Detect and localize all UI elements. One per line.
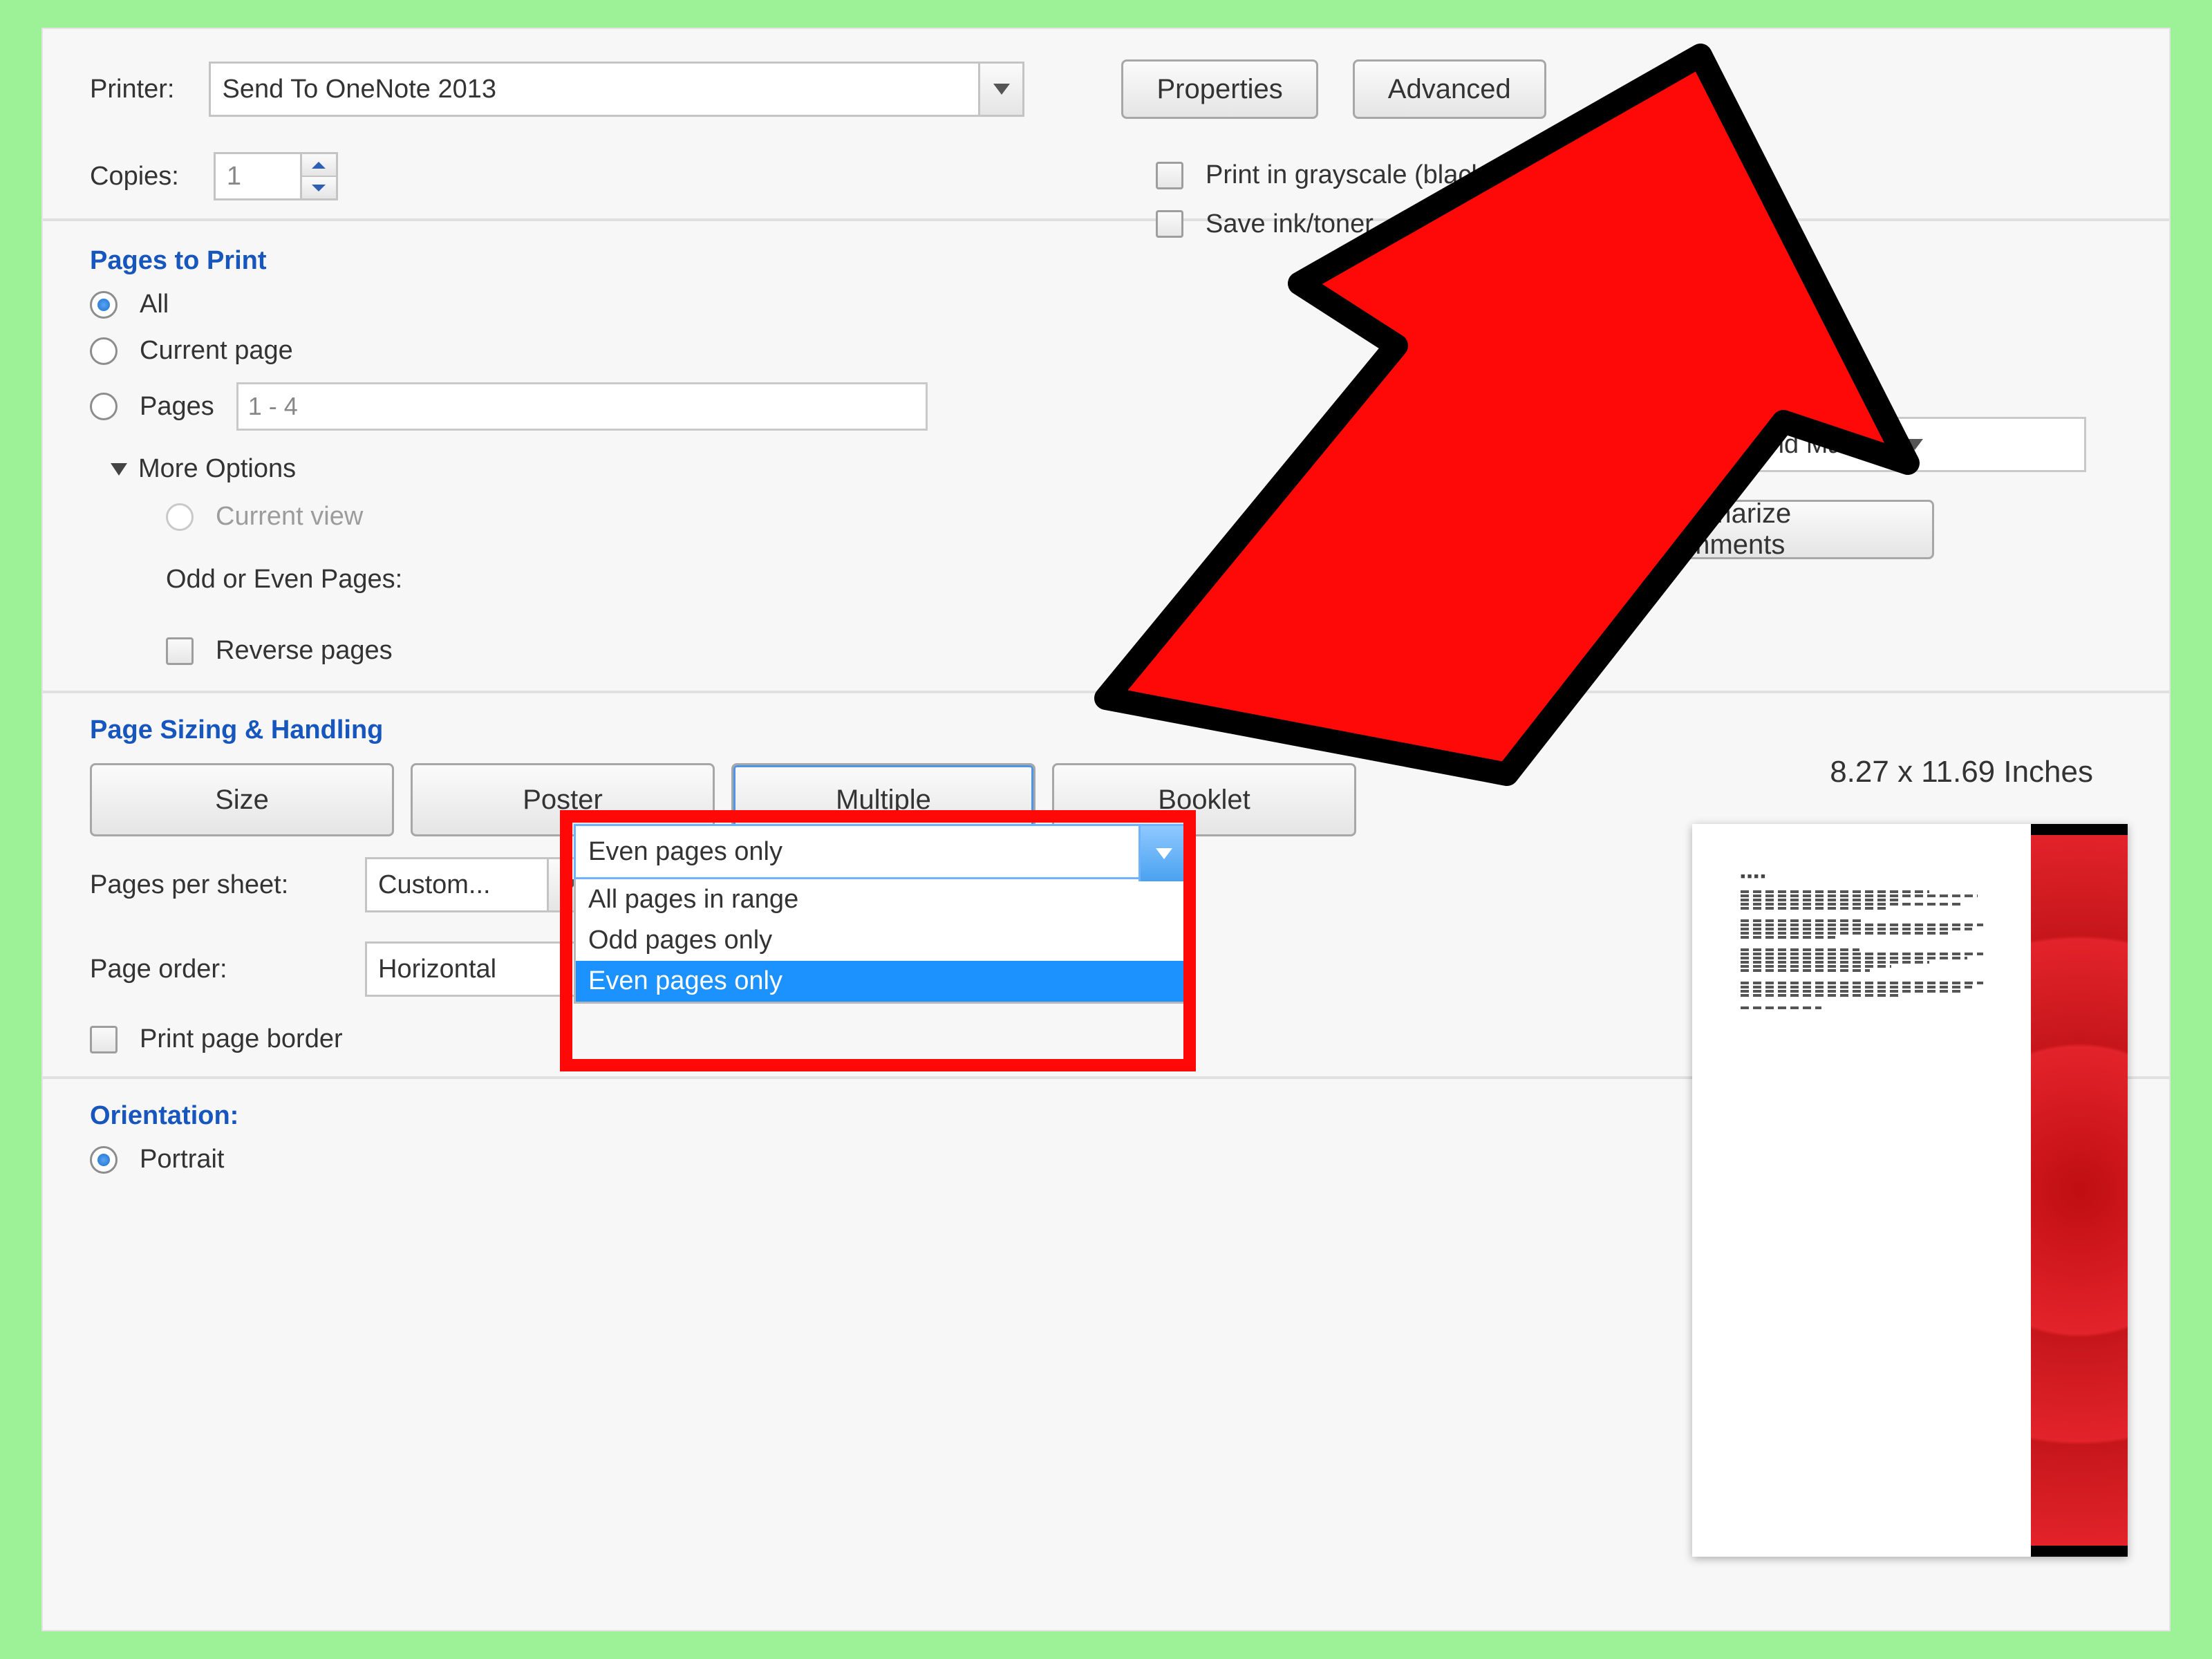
printer-label: Printer: [90, 75, 174, 104]
copies-input[interactable]: 1 [214, 152, 338, 200]
odd-even-label: Odd or Even Pages: [166, 565, 402, 594]
copies-down-icon[interactable] [302, 177, 336, 198]
comments-dropdown[interactable]: Document and Markups [1616, 417, 2086, 472]
copies-up-icon[interactable] [302, 154, 336, 177]
odd-even-dropdown[interactable]: Even pages only [574, 824, 1189, 879]
preview-content: ■ ■ ■ ■ [1741, 872, 2010, 1011]
copies-label: Copies: [90, 162, 179, 191]
reverse-pages-label: Reverse pages [216, 636, 393, 666]
page-order-label: Page order: [90, 955, 339, 984]
more-options-label[interactable]: More Options [138, 454, 296, 484]
printer-value: Send To OneNote 2013 [222, 75, 496, 104]
current-view-radio [166, 503, 194, 531]
pages-range-input[interactable]: 1 - 4 [236, 382, 928, 431]
portrait-radio[interactable] [90, 1146, 118, 1174]
dd-item-all-pages[interactable]: All pages in range [576, 879, 1187, 920]
all-radio[interactable] [90, 291, 118, 319]
printer-dropdown[interactable]: Send To OneNote 2013 [209, 62, 1024, 117]
reverse-pages-checkbox[interactable] [166, 637, 194, 665]
sizing-header: Page Sizing & Handling [90, 715, 2122, 745]
preview-artwork [2031, 824, 2128, 1557]
chevron-down-icon[interactable] [1138, 826, 1187, 881]
print-border-label: Print page border [140, 1024, 343, 1054]
properties-button[interactable]: Properties [1121, 59, 1318, 119]
current-page-label: Current page [140, 336, 293, 366]
size-button[interactable]: Size [90, 763, 394, 836]
grayscale-label: Print in grayscale (black and white) [1206, 160, 1613, 190]
current-view-label: Current view [216, 502, 363, 532]
pages-radio[interactable] [90, 393, 118, 420]
print-border-checkbox[interactable] [90, 1026, 118, 1053]
summarize-comments-button[interactable]: Summarize Comments [1616, 500, 1934, 559]
grayscale-checkbox[interactable] [1156, 162, 1183, 189]
chevron-down-icon[interactable] [978, 64, 1022, 115]
odd-even-options-list[interactable]: All pages in range Odd pages only Even p… [574, 879, 1189, 1004]
pps-label: Pages per sheet: [90, 870, 339, 900]
preview-dimensions: 8.27 x 11.69 Inches [1830, 755, 2093, 789]
current-page-radio[interactable] [90, 337, 118, 365]
comments-header: Comments & Forms [1616, 382, 2141, 411]
pages-radio-label: Pages [140, 392, 214, 422]
portrait-label: Portrait [140, 1145, 224, 1174]
chevron-down-icon[interactable] [1906, 439, 1923, 450]
pages-to-print-header: Pages to Print [90, 246, 2122, 276]
disclosure-triangle-icon[interactable] [111, 463, 127, 476]
dd-item-odd-pages[interactable]: Odd pages only [576, 920, 1187, 961]
all-label: All [140, 290, 169, 319]
pps-dropdown[interactable]: Custom... [365, 857, 593, 912]
advanced-button[interactable]: Advanced [1353, 59, 1546, 119]
dd-item-even-pages[interactable]: Even pages only [576, 961, 1187, 1002]
page-preview: ■ ■ ■ ■ [1692, 824, 2128, 1557]
